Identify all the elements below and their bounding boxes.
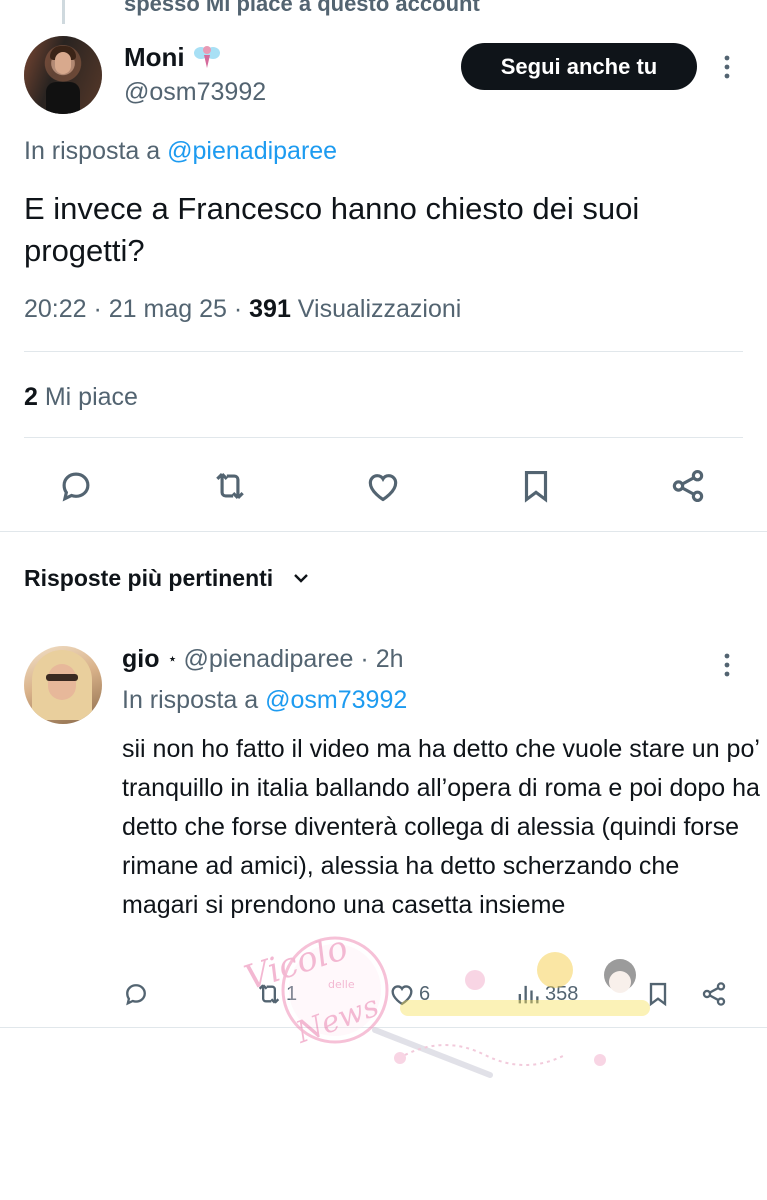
likes-count: 2 [24, 383, 38, 411]
star-badge-icon: ⋆ [167, 651, 178, 668]
fairy-emoji-icon [193, 46, 220, 68]
reply-prefix: In risposta a [24, 137, 161, 165]
author-name-text: Moni [124, 42, 185, 72]
views-chart-icon [518, 985, 539, 1004]
reply-author-handle[interactable]: @pienadiparee [184, 645, 354, 673]
views-label: Visualizzazioni [290, 295, 462, 323]
replies-sort-dropdown[interactable]: Risposte più pertinenti [24, 565, 312, 592]
replies-sort-label: Risposte più pertinenti [24, 565, 274, 591]
thread-line [62, 0, 65, 24]
divider [0, 1027, 767, 1028]
heart-icon [368, 474, 398, 502]
likes-summary[interactable]: 2 Mi piace [24, 383, 138, 412]
views-count: 391 [249, 295, 291, 323]
share-icon [672, 470, 704, 502]
retweet-button[interactable] [208, 464, 252, 508]
reply-reply-context: In risposta a @osm73992 [122, 686, 407, 715]
reply-context: In risposta a @pienadiparee [24, 137, 337, 166]
author-handle[interactable]: @osm73992 [124, 78, 266, 107]
retweet-icon [216, 473, 244, 499]
reply-mention-link[interactable]: @pienadiparee [167, 137, 337, 165]
reply-views-button[interactable]: 358 [514, 978, 578, 1010]
follow-button[interactable]: Segui anche tu [461, 43, 697, 90]
reply-reply-button[interactable] [122, 978, 150, 1010]
reply-header: gio ⋆ @pienadiparee · 2h [122, 645, 404, 674]
reply-button[interactable] [54, 464, 98, 508]
reply-icon [62, 472, 90, 502]
watermark-text: News [291, 989, 384, 1051]
heart-icon [391, 985, 413, 1006]
reply-more-options-icon[interactable] [717, 650, 737, 680]
tweet-meta: 20:22 · 21 mag 25 · 391 Visualizzazioni [24, 295, 461, 324]
reply-icon [126, 984, 146, 1006]
bookmark-icon [524, 470, 548, 503]
reply-bookmark-button[interactable] [644, 978, 672, 1010]
reply-like-button[interactable]: 6 [388, 978, 430, 1010]
like-button[interactable] [361, 464, 405, 508]
views-count: 358 [545, 982, 579, 1005]
author-name[interactable]: Moni [124, 42, 222, 73]
retweet-icon [258, 984, 280, 1004]
reply-reply-prefix: In risposta a [122, 686, 259, 714]
watermark-text: delle [328, 978, 355, 991]
likes-label: Mi piace [37, 383, 138, 411]
tweet-time[interactable]: 20:22 · 21 mag 25 · [24, 295, 249, 323]
more-options-icon[interactable] [717, 52, 737, 82]
bookmark-icon [649, 982, 667, 1007]
reply-author-name[interactable]: gio [122, 645, 160, 673]
reply-time[interactable]: 2h [376, 645, 404, 673]
bookmark-button[interactable] [514, 464, 558, 508]
share-icon [702, 982, 726, 1006]
time-separator: · [353, 645, 376, 673]
like-count: 6 [419, 982, 431, 1005]
divider [24, 437, 743, 438]
retweet-count: 1 [286, 982, 298, 1005]
chevron-down-icon [293, 574, 308, 583]
social-context-label: spesso Mi piace a questo account [124, 0, 480, 16]
reply-reply-mention-link[interactable]: @osm73992 [265, 686, 407, 714]
reply-text: sii non ho fatto il video ma ha detto ch… [122, 735, 760, 919]
divider [0, 531, 767, 532]
reply-retweet-button[interactable]: 1 [255, 978, 297, 1010]
reply-share-button[interactable] [700, 978, 728, 1010]
tweet-text: E invece a Francesco hanno chiesto dei s… [24, 191, 640, 268]
author-avatar[interactable] [24, 36, 102, 114]
reply-author-avatar[interactable] [24, 646, 102, 724]
share-button[interactable] [666, 464, 710, 508]
divider [24, 351, 743, 352]
